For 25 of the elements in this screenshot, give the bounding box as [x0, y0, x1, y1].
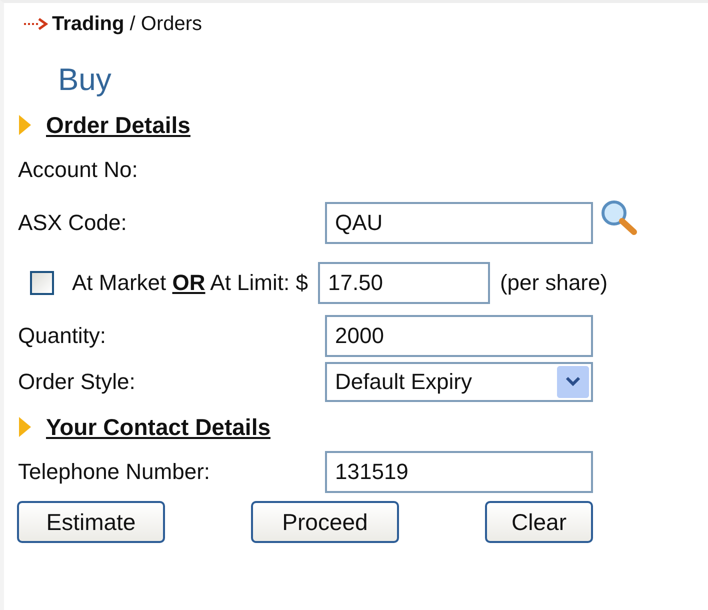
input-field[interactable]: 2000 [325, 315, 593, 357]
field-label: Order Style: [18, 369, 136, 395]
input-field[interactable]: 17.50 [318, 262, 490, 304]
breadcrumb: Trading / Orders [52, 12, 202, 36]
arrow-icon [24, 18, 48, 30]
section-heading: Order Details [46, 112, 190, 138]
unit-label: (per share) [500, 270, 608, 296]
chevron-down-icon [557, 366, 589, 398]
checkbox-label: At Market OR At Limit: $ [72, 270, 308, 296]
order-style-dropdown[interactable]: Default Expiry [325, 362, 593, 402]
input-field[interactable]: 131519 [325, 451, 593, 493]
search-icon[interactable] [599, 199, 639, 237]
field-label: ASX Code: [18, 210, 128, 236]
page-title: Buy [58, 61, 112, 99]
triangle-bullet-icon [18, 416, 32, 438]
field-label: Account No: [18, 157, 139, 183]
input-field[interactable]: QAU [325, 202, 593, 244]
field-label: Quantity: [18, 323, 108, 349]
checkbox[interactable] [30, 271, 54, 295]
field-label: Telephone Number: [18, 459, 212, 485]
action-button[interactable]: Proceed [251, 501, 399, 543]
action-button[interactable]: Estimate [17, 501, 165, 543]
triangle-bullet-icon [18, 114, 32, 136]
section-heading: Your Contact Details [46, 414, 270, 440]
action-button[interactable]: Clear [485, 501, 593, 543]
